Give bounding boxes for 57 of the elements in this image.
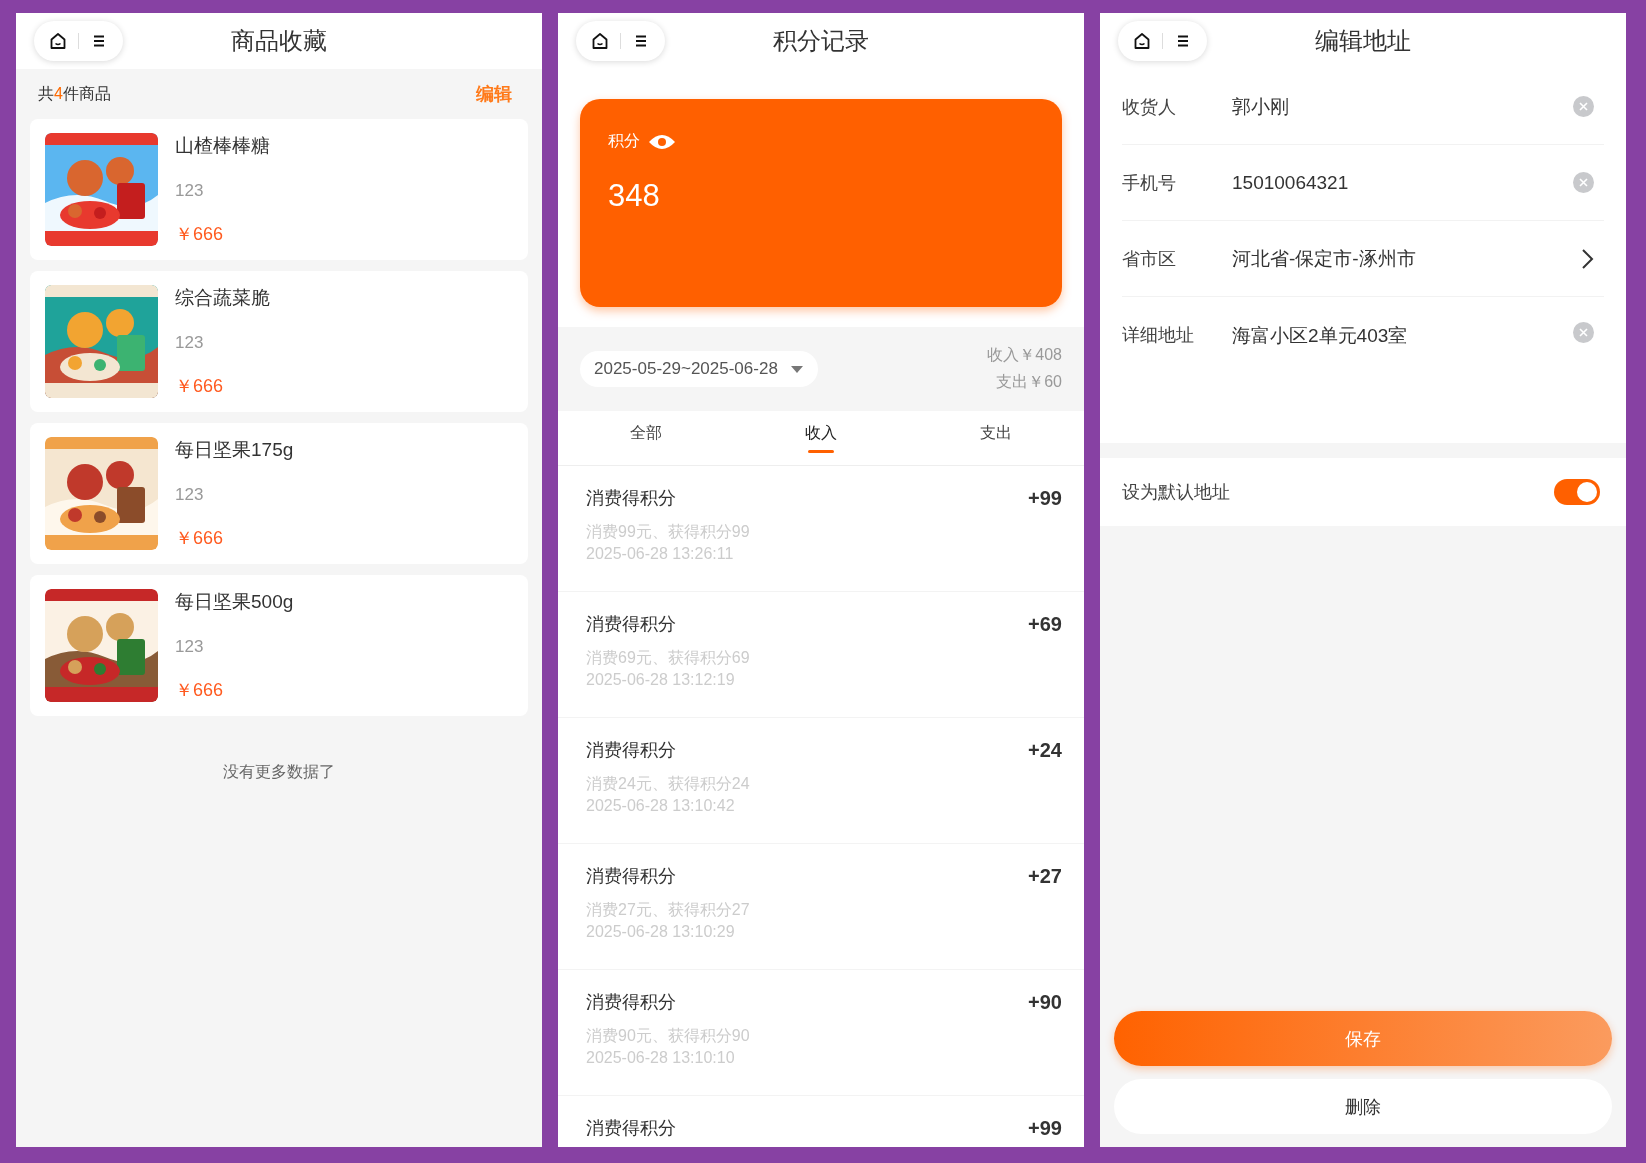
- product-subtitle: 123: [175, 332, 205, 353]
- record-title: 消费得积分: [586, 1117, 676, 1140]
- field-label: 详细地址: [1122, 324, 1195, 347]
- home-icon[interactable]: [1132, 31, 1152, 51]
- field-label: 省市区: [1122, 247, 1177, 271]
- product-card[interactable]: 山楂棒棒糖 123 ￥666: [30, 119, 528, 260]
- field-label: 手机号: [1122, 171, 1177, 195]
- filter-tab[interactable]: 支出: [908, 411, 1084, 465]
- page-title: 商品收藏: [231, 26, 327, 56]
- record-title: 消费得积分: [586, 865, 676, 888]
- product-price: ￥666: [175, 223, 225, 246]
- caret-icon: [789, 364, 804, 374]
- toggle-switch[interactable]: [1554, 479, 1600, 505]
- date-range-picker[interactable]: 2025-05-29~2025-06-28: [580, 351, 818, 387]
- product-subtitle: 123: [175, 484, 205, 505]
- input-field[interactable]: 海富小区2单元403室: [1232, 323, 1573, 349]
- product-price: ￥666: [175, 679, 225, 702]
- home-icon[interactable]: [590, 31, 610, 51]
- input-field[interactable]: 15010064321: [1232, 171, 1573, 194]
- record-amount: +90: [1028, 990, 1062, 1014]
- record-amount: +99: [1028, 486, 1062, 510]
- home-icon[interactable]: [48, 31, 68, 51]
- product-name: 每日坚果500g: [175, 590, 294, 614]
- product-card[interactable]: 综合蔬菜脆 123 ￥666: [30, 271, 528, 412]
- product-subtitle: 123: [175, 636, 205, 657]
- product-card[interactable]: 每日坚果500g 123 ￥666: [30, 575, 528, 716]
- input-field[interactable]: 郭小刚: [1232, 93, 1573, 120]
- item-count: 共4件商品: [38, 83, 111, 104]
- record-title: 消费得积分: [586, 991, 676, 1014]
- chevron-right-icon[interactable]: [1580, 247, 1594, 270]
- delete-button[interactable]: 删除: [1114, 1079, 1612, 1134]
- income-total: 收入￥408: [987, 345, 1062, 365]
- filter-tab[interactable]: 全部: [558, 411, 734, 465]
- record-amount: +27: [1028, 864, 1062, 888]
- input-field[interactable]: 河北省-保定市-涿州市: [1232, 245, 1580, 272]
- product-price: ￥666: [175, 375, 225, 398]
- page-title: 编辑地址: [1315, 26, 1411, 56]
- filter-tab[interactable]: 收入: [733, 411, 909, 465]
- default-address-label: 设为默认地址: [1122, 481, 1230, 504]
- end-of-list-text: 没有更多数据了: [222, 762, 336, 782]
- record-title: 消费得积分: [586, 613, 676, 636]
- points-label: 积分: [608, 131, 640, 151]
- points-balance: 348: [608, 178, 660, 214]
- page-title: 积分记录: [773, 26, 869, 56]
- product-subtitle: 123: [175, 180, 205, 201]
- record-title: 消费得积分: [586, 487, 676, 510]
- product-name: 综合蔬菜脆: [175, 286, 270, 310]
- record-amount: +69: [1028, 612, 1062, 636]
- expense-total: 支出￥60: [996, 372, 1062, 392]
- product-price: ￥666: [175, 527, 225, 550]
- product-card[interactable]: 每日坚果175g 123 ￥666: [30, 423, 528, 564]
- record-amount: +99: [1028, 1116, 1062, 1140]
- record-amount: +24: [1028, 738, 1062, 762]
- record-title: 消费得积分: [586, 739, 676, 762]
- product-name: 每日坚果175g: [175, 438, 294, 462]
- field-label: 收货人: [1122, 95, 1177, 119]
- product-name: 山楂棒棒糖: [175, 134, 270, 158]
